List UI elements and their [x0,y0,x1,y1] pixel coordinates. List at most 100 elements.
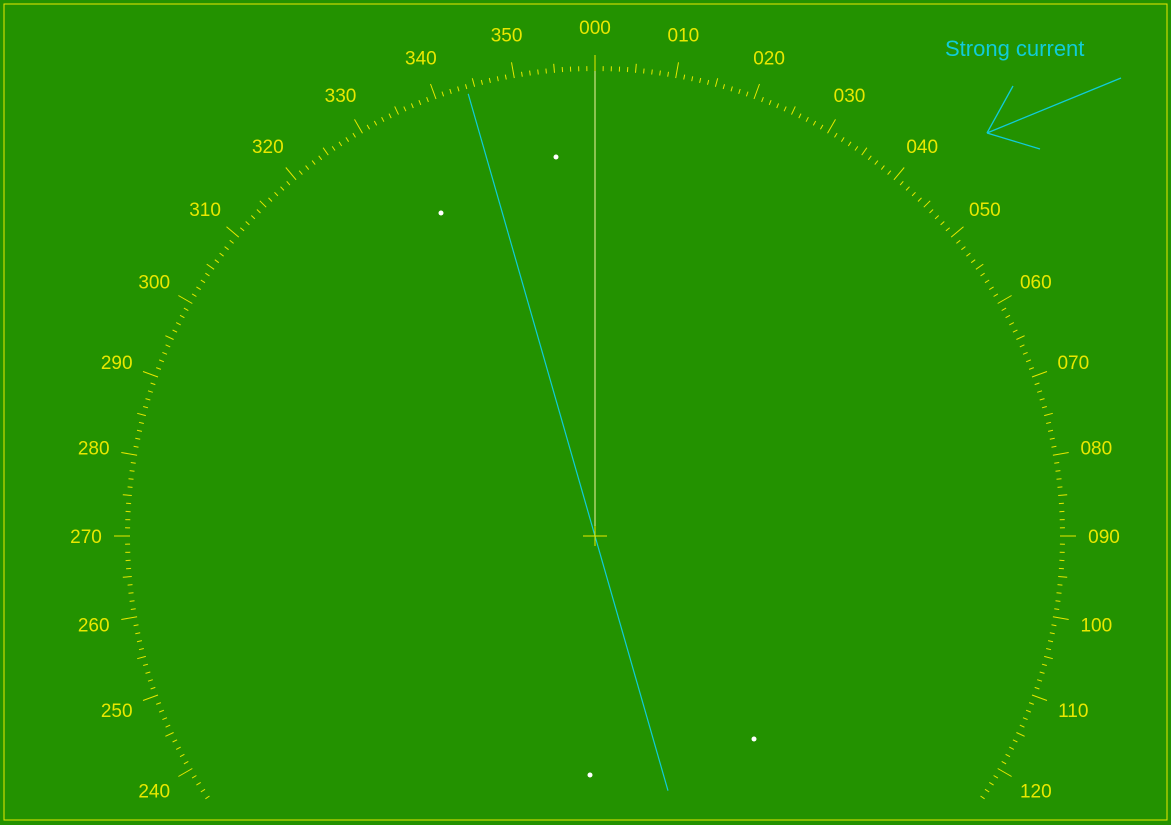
bearing-tick [219,252,224,257]
bearing-tick [956,239,961,244]
bearing-tick [1046,648,1052,651]
bearing-tick [714,78,719,87]
bearing-tick [1016,732,1025,737]
radar-ppi-display[interactable]: 000 010 020 030 040 050 060 070 080 090 100 110 120 2… [0,0,1171,825]
bearing-tick [683,74,686,80]
bearing-label-030: 030 [834,86,866,107]
bearing-tick [159,359,165,363]
bearing-tick [366,124,371,130]
own-ship-cross [583,526,607,546]
bearing-label-280: 280 [78,439,110,460]
bearing-label-000: 000 [579,18,611,39]
bearing-tick [1001,760,1007,765]
bearing-tick [322,147,329,156]
bearing-label-120: 120 [1020,782,1052,803]
bearing-tick [934,215,940,220]
bearing-tick [130,608,136,610]
bearing-tick [496,76,499,82]
bearing-tick [122,494,132,496]
bearing-tick [511,62,515,79]
bearing-tick [1058,576,1068,578]
bearing-tick [224,246,229,251]
bearing-tick [127,584,133,586]
bearing-tick [162,351,168,355]
bearing-tick [834,132,838,138]
bearing-tick [1051,445,1057,448]
bearing-tick [905,186,910,191]
bearing-tick [259,200,267,208]
bearing-tick [874,160,879,165]
bearing-tick [812,120,817,126]
bearing-tick [840,137,845,142]
bearing-tick [997,768,1012,777]
bearing-tick [707,79,710,85]
bearing-tick [441,91,445,97]
bearing-tick [280,186,285,191]
bearing-tick [175,746,181,750]
bearing-tick [1046,421,1052,424]
radar-echoes [438,154,757,778]
radar-echo[interactable] [587,772,593,778]
bearing-tick [196,781,201,786]
bearing-tick [929,209,934,214]
bearing-tick [847,141,852,147]
bearing-tick [488,77,491,84]
bearing-tick [156,702,162,705]
bearing-tick [643,68,645,74]
bearing-tick [143,406,149,409]
bearing-tick [147,390,153,393]
bearing-tick [183,307,189,312]
bearing-tick [827,119,836,134]
bearing-tick [1055,600,1061,602]
bearing-tick [196,286,201,291]
bearing-tick [970,259,976,264]
bearing-tick [1056,478,1062,480]
bearing-tick [861,147,868,156]
bearing-tick [183,760,189,765]
bearing-label-080: 080 [1080,439,1112,460]
radar-echo[interactable] [553,154,559,160]
bearing-tick [121,452,138,456]
bearing-tick [1057,486,1063,488]
bearing-tick [1031,371,1048,378]
bearing-tick [256,209,261,214]
bearing-tick [1044,655,1053,660]
bearing-label-240: 240 [138,782,170,803]
bearing-tick [286,180,291,186]
bearing-tick [268,197,273,202]
bearing-tick [722,84,725,90]
bearing-tick [768,100,772,106]
bearing-tick [989,286,994,291]
bearing-tick [354,119,363,134]
bearing-label-070: 070 [1057,353,1089,374]
bearing-tick [205,272,210,277]
bearing-tick [1058,494,1068,496]
bearing-tick [178,768,193,777]
bearing-tick [135,632,141,635]
bearing-label-110: 110 [1058,701,1088,722]
bearing-tick [250,215,256,220]
bearing-tick [162,717,168,721]
radar-echo[interactable] [438,210,444,216]
bearing-tick [165,335,174,340]
bearing-tick [133,445,139,448]
bearing-tick [867,155,872,161]
bearing-tick [667,71,669,77]
bearing-tick [1052,452,1069,456]
bearing-tick [776,103,780,109]
bearing-tick [993,775,999,779]
bearing-label-060: 060 [1020,273,1052,294]
radar-echo[interactable] [751,736,757,742]
bearing-tick [854,146,859,151]
bearing-tick [1047,429,1054,432]
bearing-tick [373,120,378,126]
bearing-tick [465,84,468,90]
bearing-tick [1037,679,1043,682]
bearing-tick [480,79,483,85]
bearing-tick [274,191,279,197]
bearing-tick [457,86,460,92]
bearing-tick [887,170,892,175]
bearing-tick [961,246,966,251]
bearing-tick [1047,640,1054,643]
current-arrow-icon [986,77,1122,150]
